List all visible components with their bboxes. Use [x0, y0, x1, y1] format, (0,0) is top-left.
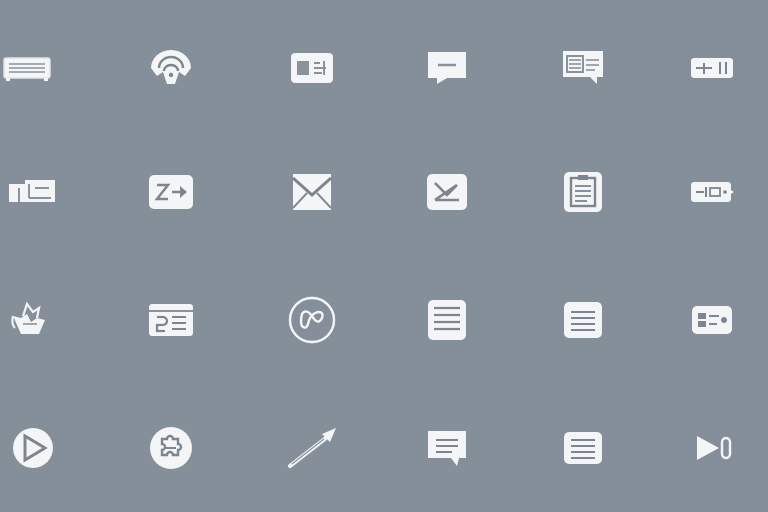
mail-check-icon[interactable] — [415, 160, 479, 224]
envelope-icon[interactable] — [280, 160, 344, 224]
browser-window-icon[interactable] — [139, 288, 203, 352]
basket-icon[interactable] — [0, 288, 61, 352]
document-speech-icon[interactable] — [551, 36, 615, 100]
ruler-icon[interactable] — [680, 36, 744, 100]
clipboard-icon[interactable] — [551, 160, 615, 224]
play-circle-icon[interactable] — [1, 416, 65, 480]
id-card-icon[interactable] — [280, 36, 344, 100]
ticket-icon[interactable] — [680, 160, 744, 224]
wifi-icon[interactable] — [139, 36, 203, 100]
list-card-icon[interactable] — [551, 416, 615, 480]
play-counter-icon[interactable] — [680, 416, 744, 480]
chat-bubble-icon[interactable] — [415, 36, 479, 100]
puzzle-circle-icon[interactable] — [139, 416, 203, 480]
pen-icon[interactable] — [280, 416, 344, 480]
keyboard-icon[interactable] — [0, 36, 59, 100]
notes-icon[interactable] — [551, 288, 615, 352]
circle-knot-icon[interactable] — [280, 288, 344, 352]
arrow-card-icon[interactable] — [139, 160, 203, 224]
folder-card-icon[interactable] — [0, 160, 64, 224]
icon-grid — [0, 0, 768, 512]
id-badge-icon[interactable] — [680, 288, 744, 352]
message-icon[interactable] — [415, 416, 479, 480]
text-list-icon[interactable] — [415, 288, 479, 352]
